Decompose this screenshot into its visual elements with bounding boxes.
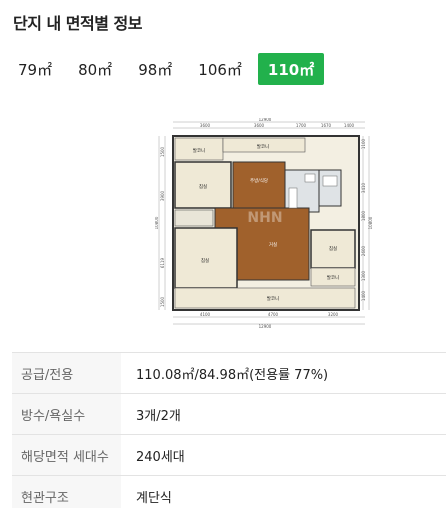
room-label-bedroom-3: 침실 <box>329 245 337 252</box>
dim-right-3: 1800 <box>361 210 366 221</box>
info-value: 240세대 <box>136 449 185 465</box>
room-label-balcony-3: 발코니 <box>327 274 339 281</box>
info-label: 방수/욕실수 <box>12 394 121 434</box>
tab-110[interactable]: 110㎡ <box>257 53 325 85</box>
dim-top-1: 3600 <box>200 123 211 128</box>
dim-top-4: 1670 <box>321 123 332 128</box>
tab-80[interactable]: 80㎡ <box>68 53 122 85</box>
dim-top-3: 1700 <box>296 123 307 128</box>
dim-top-2: 3600 <box>254 123 265 128</box>
dim-right-5: 1300 <box>361 270 366 281</box>
tab-106[interactable]: 106㎡ <box>188 53 252 85</box>
floor-plan-image: 12900 3600 3600 1700 1670 1400 4100 4700… <box>155 118 373 329</box>
dim-right-4: 2600 <box>361 245 366 256</box>
room-label-balcony-1: 발코니 <box>193 147 205 154</box>
dim-top-total: 12900 <box>259 118 272 122</box>
dim-left-1: 1500 <box>160 146 165 157</box>
room-label-balcony-2: 발코니 <box>257 143 269 150</box>
room-label-kitchen: 주방/식당 <box>250 177 268 184</box>
area-tabs: 79㎡ 80㎡ 98㎡ 106㎡ 110㎡ <box>8 53 325 85</box>
info-value: 3개/2개 <box>136 408 181 424</box>
info-label: 현관구조 <box>12 476 121 508</box>
dim-bottom-2: 4700 <box>268 312 279 317</box>
room-label-bedroom-2: 침실 <box>201 257 209 264</box>
tab-98[interactable]: 98㎡ <box>128 53 182 85</box>
dim-bottom-3: 3200 <box>328 312 339 317</box>
tab-79[interactable]: 79㎡ <box>8 53 62 85</box>
info-row-entrance: 현관구조 계단식 <box>12 476 446 508</box>
dim-left-2: 3900 <box>160 190 165 201</box>
info-label: 해당면적 세대수 <box>12 435 121 475</box>
dim-left-total: 10800 <box>155 216 159 229</box>
dim-top-5: 1400 <box>344 123 355 128</box>
dim-right-6: 1400 <box>361 290 366 301</box>
room-label-bedroom-1: 침실 <box>199 183 207 190</box>
dim-left-3: 6119 <box>160 257 165 268</box>
info-label: 공급/전용 <box>12 353 121 393</box>
info-row-area: 공급/전용 110.08㎡/84.98㎡(전용률 77%) <box>12 353 446 393</box>
dim-right-2: 3410 <box>361 182 366 193</box>
watermark-logo: NHN <box>247 210 282 226</box>
info-value: 110.08㎡/84.98㎡(전용률 77%) <box>136 367 329 383</box>
page-title: 단지 내 면적별 정보 <box>13 14 142 33</box>
dim-bottom-1: 4100 <box>200 312 211 317</box>
room-label-balcony-4: 발코니 <box>267 295 279 302</box>
info-value: 계단식 <box>136 490 172 506</box>
info-row-households: 해당면적 세대수 240세대 <box>12 435 446 475</box>
dim-left-4: 1500 <box>160 296 165 307</box>
dim-bottom-total: 12900 <box>259 324 272 329</box>
info-row-rooms: 방수/욕실수 3개/2개 <box>12 394 446 434</box>
dim-right-1: 1100 <box>361 138 366 149</box>
room-label-living: 거실 <box>269 241 277 248</box>
dim-right-total: 10800 <box>368 216 373 229</box>
